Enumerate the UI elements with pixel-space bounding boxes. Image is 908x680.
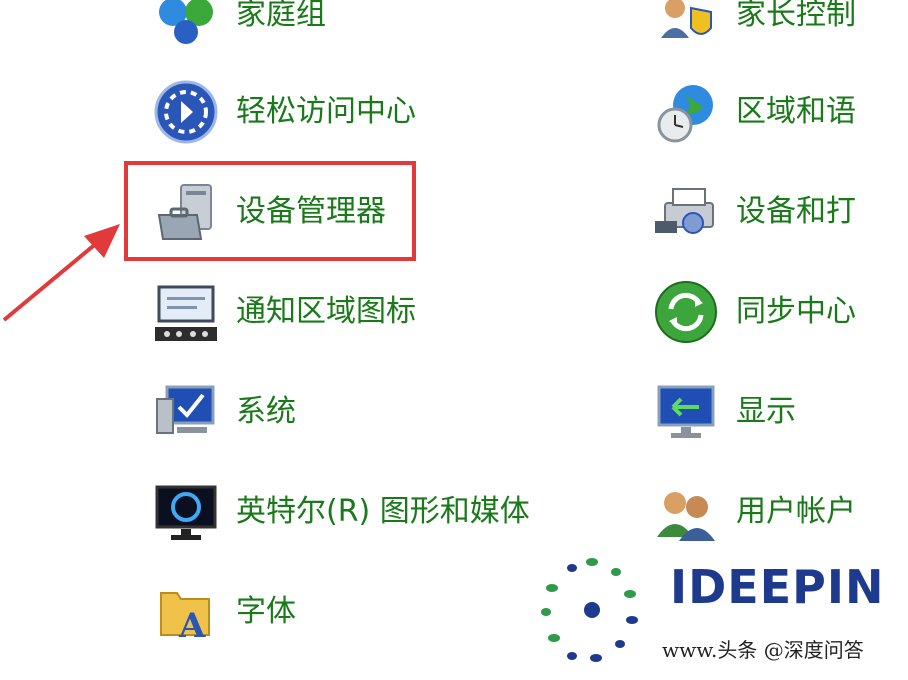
- cp-item-intel-graphics[interactable]: 英特尔(R) 图形和媒体: [150, 472, 530, 552]
- cp-item-label: 显示: [736, 394, 796, 429]
- cp-item-homegroup[interactable]: 家庭组: [150, 0, 326, 55]
- cp-item-notification-area[interactable]: 通知区域图标: [150, 272, 416, 352]
- cp-item-region-language[interactable]: 区域和语: [650, 72, 856, 152]
- intel-graphics-icon: [150, 476, 222, 548]
- cp-item-user-accounts[interactable]: 用户帐户: [650, 472, 856, 552]
- cp-item-label: 英特尔(R) 图形和媒体: [236, 494, 530, 529]
- svg-text:A: A: [178, 606, 206, 645]
- cp-item-label: 通知区域图标: [236, 294, 416, 329]
- cp-item-ease-of-access[interactable]: 轻松访问中心: [150, 72, 416, 152]
- cp-item-parental-controls[interactable]: 家长控制: [650, 0, 856, 55]
- cp-item-label: 设备和打: [736, 194, 856, 229]
- cp-item-label: 轻松访问中心: [236, 94, 416, 129]
- devices-printers-icon: [650, 176, 722, 248]
- sync-center-icon: [650, 276, 722, 348]
- watermark-subtitle: www.头条 @深度问答: [662, 638, 864, 662]
- cp-item-label: 家庭组: [236, 0, 326, 32]
- fonts-icon: A: [150, 576, 222, 648]
- cp-item-devices-printers[interactable]: 设备和打: [650, 172, 856, 252]
- system-icon: [150, 376, 222, 448]
- cp-item-display[interactable]: 显示: [650, 372, 796, 452]
- cp-item-label: 字体: [236, 594, 296, 629]
- cp-item-label: 区域和语: [736, 94, 856, 129]
- highlight-box: [124, 161, 416, 261]
- watermark-logo-text: IDEEPIN: [670, 560, 885, 614]
- cp-item-label: 同步中心: [736, 294, 856, 329]
- homegroup-icon: [150, 0, 222, 51]
- region-language-icon: [650, 76, 722, 148]
- red-arrow-icon: [2, 224, 120, 322]
- user-accounts-icon: [650, 476, 722, 548]
- cp-item-fonts[interactable]: A 字体: [150, 572, 296, 652]
- ease-of-access-icon: [150, 76, 222, 148]
- notification-area-icon: [150, 276, 222, 348]
- cp-item-label: 用户帐户: [736, 494, 856, 529]
- watermark: IDEEPIN www.头条 @深度问答: [532, 548, 902, 672]
- parental-controls-icon: [650, 0, 722, 51]
- ideepin-logo-icon: [541, 558, 638, 662]
- cp-item-sync-center[interactable]: 同步中心: [650, 272, 856, 352]
- cp-item-label: 家长控制: [736, 0, 856, 32]
- display-icon: [650, 376, 722, 448]
- cp-item-label: 系统: [236, 394, 296, 429]
- cp-item-system[interactable]: 系统: [150, 372, 296, 452]
